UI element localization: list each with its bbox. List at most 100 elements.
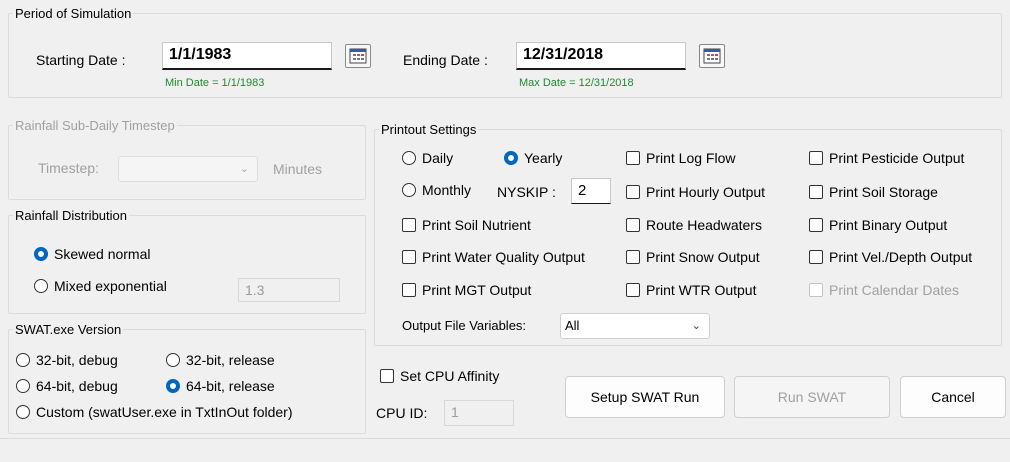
checkbox-label: Print WTR Output [646,282,757,298]
cpu-id-input[interactable]: 1 [444,400,514,426]
radio-label: 64-bit, release [186,378,275,394]
radio-monthly[interactable]: Monthly [402,182,471,198]
output-file-variables-value: All [565,318,580,333]
checkbox-label: Print Water Quality Output [422,249,585,265]
checkbox-box [626,218,640,232]
checkbox-box [809,185,823,199]
radio-indicator [16,353,30,367]
rainfall-timestep-legend: Rainfall Sub-Daily Timestep [15,118,175,133]
nyskip-input[interactable]: 2 [571,178,611,204]
radio-indicator [166,379,180,393]
cpu-id-label: CPU ID: [376,405,428,421]
radio-64bit-debug[interactable]: 64-bit, debug [16,378,118,394]
checkbox-label: Print Vel./Depth Output [829,249,973,265]
bottom-divider [0,438,1010,439]
radio-32bit-release[interactable]: 32-bit, release [166,352,275,368]
min-date-hint: Min Date = 1/1/1983 [165,77,265,89]
checkbox-box [402,218,416,232]
radio-label: 64-bit, debug [36,378,118,394]
check-print-soil-storage[interactable]: Print Soil Storage [809,184,938,200]
radio-label: Mixed exponential [54,278,167,294]
timestep-label: Timestep: [38,160,99,176]
radio-indicator [34,279,48,293]
radio-32bit-debug[interactable]: 32-bit, debug [16,352,118,368]
calendar-icon [349,48,367,64]
radio-label: 32-bit, release [186,352,275,368]
radio-indicator [16,379,30,393]
check-set-cpu-affinity[interactable]: Set CPU Affinity [380,368,499,384]
check-print-wtr-output[interactable]: Print WTR Output [626,282,756,298]
radio-mixed-exponential[interactable]: Mixed exponential [34,278,167,294]
swat-version-legend: SWAT.exe Version [15,322,122,337]
check-print-pesticide-output[interactable]: Print Pesticide Output [809,150,964,166]
radio-indicator [16,405,30,419]
check-print-calendar-dates[interactable]: Print Calendar Dates [809,282,959,298]
checkbox-label: Print Soil Storage [829,184,938,200]
check-print-hourly-output[interactable]: Print Hourly Output [626,184,765,200]
radio-indicator [402,151,416,165]
check-route-headwaters[interactable]: Route Headwaters [626,217,762,233]
check-print-log-flow[interactable]: Print Log Flow [626,150,735,166]
radio-label: 32-bit, debug [36,352,118,368]
starting-date-calendar-button[interactable] [345,44,371,68]
radio-indicator [402,183,416,197]
checkbox-box [626,250,640,264]
checkbox-box [809,151,823,165]
chevron-down-icon: ⌄ [691,320,701,332]
cancel-button[interactable]: Cancel [900,376,1006,418]
checkbox-box [380,369,394,383]
radio-label: Daily [422,150,454,166]
radio-custom[interactable]: Custom (swatUser.exe in TxtInOut folder) [16,404,293,420]
output-file-variables-label: Output File Variables: [402,318,527,333]
timestep-select[interactable]: ⌄ [118,156,258,182]
period-of-simulation-group: Period of Simulation [8,6,1002,98]
radio-label: Custom (swatUser.exe in TxtInOut folder) [36,404,293,420]
nyskip-label: NYSKIP : [497,184,556,200]
checkbox-label: Print Log Flow [646,150,736,166]
setup-swat-run-button[interactable]: Setup SWAT Run [565,376,725,418]
check-print-mgt-output[interactable]: Print MGT Output [402,282,531,298]
radio-yearly[interactable]: Yearly [504,150,562,166]
check-print-vel-depth-output[interactable]: Print Vel./Depth Output [809,249,972,265]
radio-indicator [34,247,48,261]
output-file-variables-select[interactable]: All ⌄ [560,313,710,339]
printout-settings-legend: Printout Settings [381,122,477,137]
checkbox-label: Print Soil Nutrient [422,217,531,233]
radio-label: Monthly [422,182,472,198]
radio-64bit-release[interactable]: 64-bit, release [166,378,275,394]
minutes-label: Minutes [273,161,323,177]
checkbox-label: Set CPU Affinity [400,368,500,384]
check-print-water-quality-output[interactable]: Print Water Quality Output [402,249,585,265]
ending-date-input[interactable]: 12/31/2018 [516,42,686,70]
starting-date-input[interactable]: 1/1/1983 [162,42,332,70]
check-print-snow-output[interactable]: Print Snow Output [626,249,760,265]
checkbox-label: Print MGT Output [422,282,532,298]
radio-indicator [166,353,180,367]
ending-date-calendar-button[interactable] [699,44,725,68]
period-legend: Period of Simulation [15,6,132,21]
checkbox-label: Print Binary Output [829,217,948,233]
ending-date-label: Ending Date : [403,52,488,68]
checkbox-label: Print Hourly Output [646,184,766,200]
checkbox-box [809,250,823,264]
calendar-icon [703,48,721,64]
rainfall-distribution-legend: Rainfall Distribution [15,208,127,223]
checkbox-box [402,250,416,264]
check-print-soil-nutrient[interactable]: Print Soil Nutrient [402,217,531,233]
radio-label: Yearly [524,150,563,166]
exponent-input[interactable]: 1.3 [238,278,340,302]
max-date-hint: Max Date = 12/31/2018 [519,77,634,89]
radio-label: Skewed normal [54,246,151,262]
checkbox-box [626,283,640,297]
checkbox-label: Print Pesticide Output [829,150,965,166]
chevron-down-icon: ⌄ [239,163,249,175]
run-swat-button[interactable]: Run SWAT [734,376,890,418]
radio-daily[interactable]: Daily [402,150,453,166]
checkbox-label: Route Headwaters [646,217,762,233]
radio-skewed-normal[interactable]: Skewed normal [34,246,151,262]
checkbox-box [809,283,823,297]
checkbox-box [809,218,823,232]
checkbox-box [626,185,640,199]
radio-indicator [504,151,518,165]
check-print-binary-output[interactable]: Print Binary Output [809,217,947,233]
